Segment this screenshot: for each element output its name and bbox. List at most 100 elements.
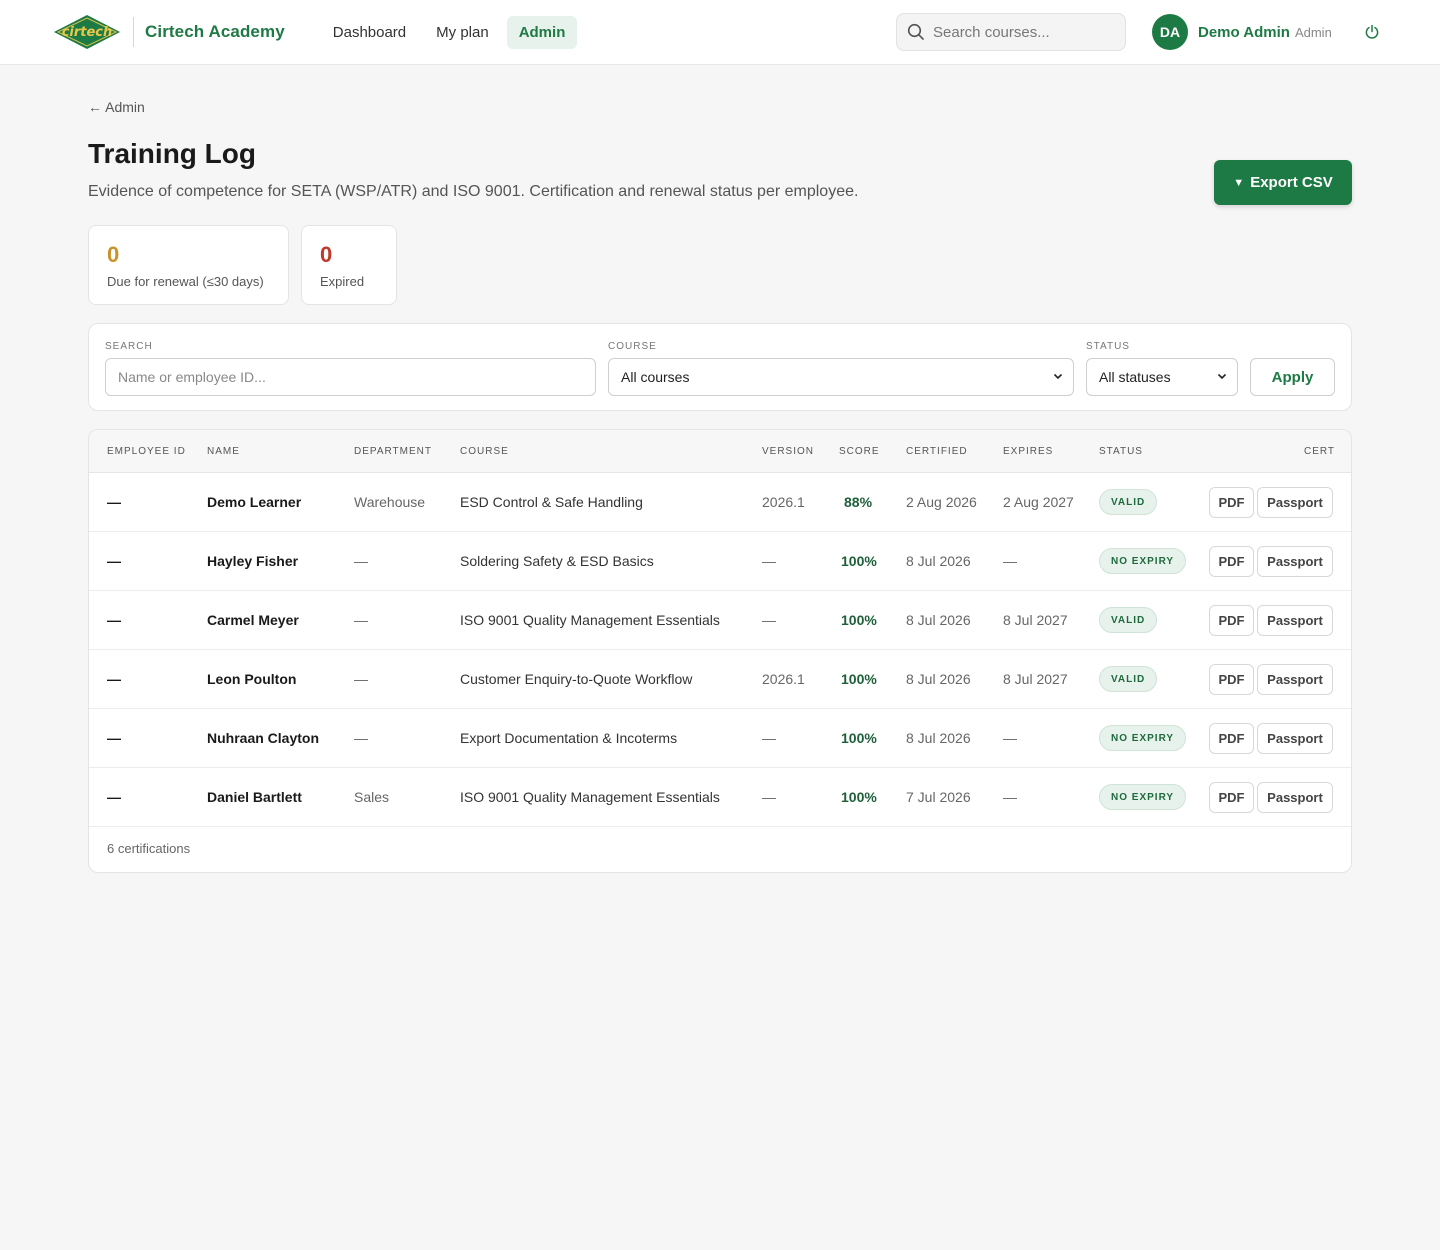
course-name: ESD Control & Safe Handling <box>460 494 643 510</box>
certified-date: 7 Jul 2026 <box>906 789 971 805</box>
status-filter-label: STATUS <box>1086 341 1130 352</box>
filter-panel: SEARCH Name or employee ID... COURSE All… <box>88 323 1352 411</box>
col-expires: EXPIRES <box>1003 446 1054 457</box>
table-row: — Nuhraan Clayton — Export Documentation & … <box>89 709 1351 768</box>
training-log-table: EMPLOYEE ID NAME DEPARTMENT COURSE VERSI… <box>88 429 1352 873</box>
employee-id: — <box>107 494 121 510</box>
pdf-button[interactable]: PDF <box>1209 664 1254 695</box>
table-row: — Hayley Fisher — Soldering Safety & ESD Ba… <box>89 532 1351 591</box>
certified-date: 2 Aug 2026 <box>906 494 977 510</box>
nav-admin[interactable]: Admin <box>506 15 578 49</box>
col-course: COURSE <box>460 446 509 457</box>
employee-id: — <box>107 553 121 569</box>
stat-due-value: 0 <box>107 242 120 267</box>
stat-due-label: Due for renewal (≤30 days) <box>107 274 264 289</box>
apply-filters-button[interactable]: Apply <box>1250 358 1335 396</box>
employee-name: Leon Poulton <box>207 671 297 687</box>
avatar: DA <box>1152 14 1188 50</box>
pdf-button[interactable]: PDF <box>1209 487 1254 518</box>
pdf-button[interactable]: PDF <box>1209 782 1254 813</box>
logo-divider <box>133 17 134 47</box>
passport-button[interactable]: Passport <box>1257 487 1333 518</box>
course-filter-label: COURSE <box>608 341 657 352</box>
course-version: — <box>762 612 776 628</box>
course-search-input[interactable] <box>933 23 1113 41</box>
search-icon <box>907 23 924 40</box>
passport-button[interactable]: Passport <box>1257 605 1333 636</box>
department: — <box>354 612 368 628</box>
score: 100% <box>841 553 877 569</box>
course-version: — <box>762 553 776 569</box>
score: 100% <box>841 730 877 746</box>
department: Sales <box>354 789 390 805</box>
stat-expired-label: Expired <box>320 274 365 289</box>
pdf-button[interactable]: PDF <box>1209 723 1254 754</box>
employee-id: — <box>107 671 121 687</box>
expires-date: 8 Jul 2027 <box>1003 612 1068 628</box>
passport-button[interactable]: Passport <box>1257 723 1333 754</box>
page-subtitle: Evidence of competence for SETA (WSP/ATR… <box>88 183 859 200</box>
status-badge: VALID <box>1099 607 1158 633</box>
status-badge: NO EXPIRY <box>1099 725 1187 751</box>
certified-date: 8 Jul 2026 <box>906 671 971 687</box>
nav-dashboard[interactable]: Dashboard <box>321 16 418 49</box>
department: — <box>354 671 368 687</box>
chevron-down-icon <box>1217 373 1227 380</box>
employee-name: Nuhraan Clayton <box>207 730 320 746</box>
expires-date: — <box>1003 789 1017 805</box>
department: — <box>354 730 368 746</box>
page-title: Training Log <box>88 138 256 169</box>
nav-my-plan[interactable]: My plan <box>424 16 501 49</box>
table-row: — Carmel Meyer — ISO 9001 Quality Managemen… <box>89 591 1351 650</box>
passport-button[interactable]: Passport <box>1257 546 1333 577</box>
department: Warehouse <box>354 494 426 510</box>
pdf-button[interactable]: PDF <box>1209 546 1254 577</box>
course-version: — <box>762 730 776 746</box>
course-search <box>896 13 1126 51</box>
col-employee-id: EMPLOYEE ID <box>107 446 186 457</box>
col-cert: CERT <box>1304 446 1336 457</box>
power-icon[interactable] <box>1364 24 1380 40</box>
course-name: ISO 9001 Quality Management Essentials <box>460 612 720 628</box>
table-row: — Daniel Bartlett Sales ISO 9001 Quality Ma… <box>89 768 1351 827</box>
brand-name: Cirtech Academy <box>145 22 285 41</box>
passport-button[interactable]: Passport <box>1257 782 1333 813</box>
course-select[interactable]: All courses <box>608 358 1074 396</box>
employee-name: Demo Learner <box>207 494 302 510</box>
export-csv-button[interactable]: ▼ Export CSV <box>1214 160 1352 205</box>
score: 100% <box>841 612 877 628</box>
pdf-button[interactable]: PDF <box>1209 605 1254 636</box>
employee-search-input[interactable]: Name or employee ID... <box>105 358 596 396</box>
status-select[interactable]: All statuses <box>1086 358 1238 396</box>
top-bar: cirtech Cirtech Academy Dashboard My pla… <box>0 0 1440 65</box>
download-arrow-icon: ▼ <box>1233 176 1245 189</box>
employee-id: — <box>107 612 121 628</box>
status-badge: VALID <box>1099 666 1158 692</box>
chevron-down-icon <box>1053 373 1063 380</box>
course-version: 2026.1 <box>762 671 805 687</box>
stat-expired: 0 Expired <box>301 225 397 305</box>
status-badge: VALID <box>1099 489 1158 515</box>
employee-id: — <box>107 789 121 805</box>
employee-name: Carmel Meyer <box>207 612 299 628</box>
expires-date: 2 Aug 2027 <box>1003 494 1074 510</box>
course-version: — <box>762 789 776 805</box>
col-version: VERSION <box>762 446 815 457</box>
status-badge: NO EXPIRY <box>1099 548 1187 574</box>
course-name: Customer Enquiry-to-Quote Workflow <box>460 671 693 687</box>
logo[interactable]: cirtech Cirtech Academy <box>52 13 285 51</box>
export-csv-label: Export CSV <box>1250 174 1333 191</box>
employee-name: Daniel Bartlett <box>207 789 302 805</box>
back-to-admin-link[interactable]: ← Admin <box>88 99 145 115</box>
course-name: Export Documentation & Incoterms <box>460 730 678 746</box>
score: 100% <box>841 671 877 687</box>
user-menu[interactable]: DA Demo Admin Admin <box>1152 14 1332 50</box>
table-header: EMPLOYEE ID NAME DEPARTMENT COURSE VERSI… <box>89 430 1351 473</box>
expires-date: 8 Jul 2027 <box>1003 671 1068 687</box>
course-name: Soldering Safety & ESD Basics <box>460 553 654 569</box>
table-body: — Demo Learner Warehouse ESD Control & Safe… <box>89 473 1351 827</box>
table-row: — Demo Learner Warehouse ESD Control & Safe… <box>89 473 1351 532</box>
passport-button[interactable]: Passport <box>1257 664 1333 695</box>
svg-text:cirtech: cirtech <box>62 25 113 40</box>
certified-date: 8 Jul 2026 <box>906 730 971 746</box>
